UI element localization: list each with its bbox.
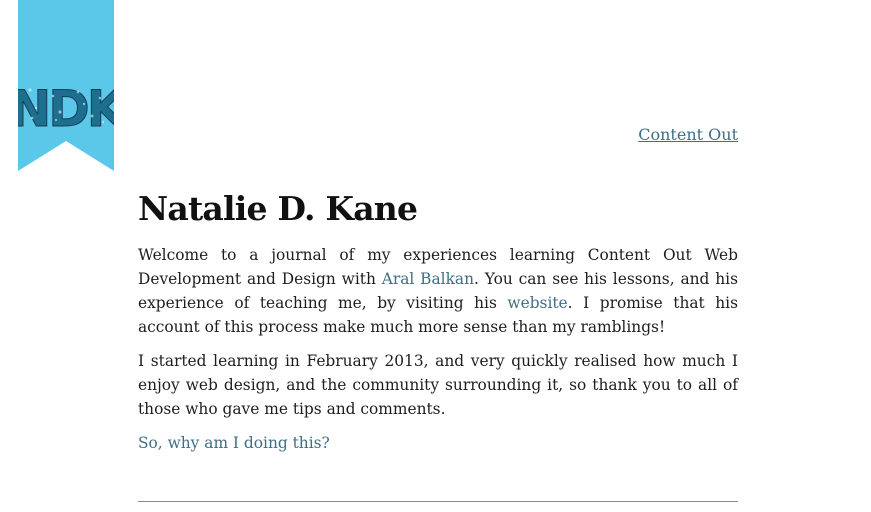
ribbon-shape: NDK [18,0,114,171]
second-paragraph: I started learning in February 2013, and… [138,352,738,418]
section-divider [138,501,738,502]
website-link[interactable]: website [507,294,567,312]
main-content: Natalie D. Kane Welcome to a journal of … [138,187,738,455]
ndk-logo-ribbon[interactable]: NDK [18,0,114,171]
why-am-i-doing-this-link[interactable]: So, why am I doing this? [138,431,330,455]
page-title: Natalie D. Kane [138,189,418,228]
content-out-link[interactable]: Content Out [600,124,738,146]
aral-balkan-link[interactable]: Aral Balkan [382,270,474,288]
intro-paragraph: Welcome to a journal of my experiences l… [138,243,738,339]
logo-text: NDK [18,80,114,138]
